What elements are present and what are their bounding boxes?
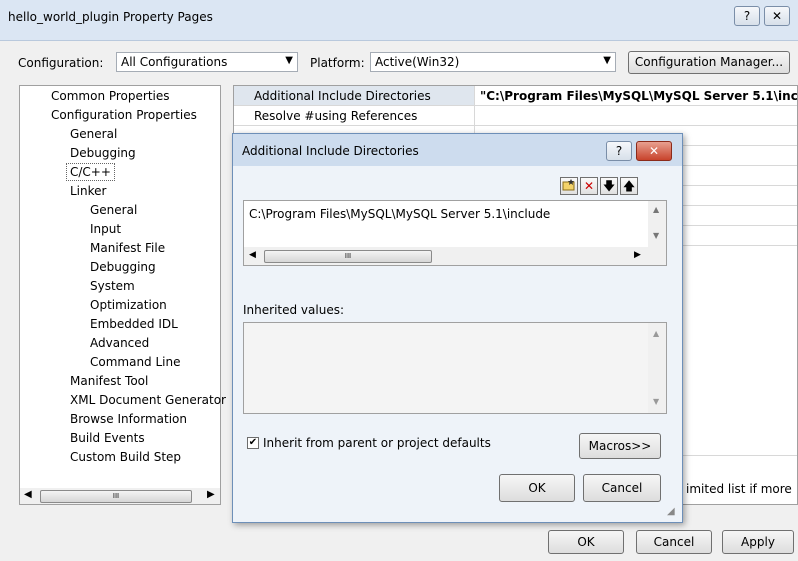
tree-item-general[interactable]: General (70, 127, 117, 141)
scroll-right-icon[interactable]: ▶ (634, 250, 641, 260)
window-titlebar: hello_world_plugin Property Pages ? ✕ (0, 0, 798, 41)
tree-item-system[interactable]: System (90, 279, 135, 293)
delete-icon[interactable]: ✕ (580, 177, 598, 195)
tree-item-configuration-properties[interactable]: Configuration Properties (51, 108, 197, 122)
tree-item-debugging[interactable]: Debugging (70, 146, 136, 160)
tree-horizontal-scrollbar[interactable]: ◀ III ▶ (20, 488, 220, 504)
dialog-close-icon[interactable]: ✕ (636, 141, 672, 161)
scroll-thumb[interactable]: III (264, 250, 432, 263)
close-icon[interactable]: ✕ (764, 6, 790, 26)
description-text: imited list if more (686, 482, 792, 496)
dialog-cancel-button[interactable]: Cancel (583, 474, 661, 502)
move-down-icon[interactable]: 🡇 (600, 177, 618, 195)
new-line-icon[interactable] (560, 177, 578, 195)
grid-row1-value[interactable]: "C:\Program Files\MySQL\MySQL Server 5.1… (480, 89, 798, 103)
tree-item-linker[interactable]: Linker (70, 184, 106, 198)
tree-item-linker-debugging[interactable]: Debugging (90, 260, 156, 274)
tree-item-manifest-tool[interactable]: Manifest Tool (70, 374, 148, 388)
scroll-down-icon[interactable]: ▼ (653, 231, 659, 240)
help-icon[interactable]: ? (734, 6, 760, 26)
move-up-icon[interactable]: 🡅 (620, 177, 638, 195)
apply-button[interactable]: Apply (722, 530, 794, 554)
scroll-thumb[interactable]: III (40, 490, 192, 503)
dialog-ok-button[interactable]: OK (499, 474, 575, 502)
chevron-down-icon: ▼ (285, 55, 293, 66)
chevron-down-icon: ▼ (603, 55, 611, 66)
tree-item-custom-build-step[interactable]: Custom Build Step (70, 450, 181, 464)
inherited-vertical-scrollbar[interactable]: ▲ ▼ (648, 323, 666, 413)
tree-item-build-events[interactable]: Build Events (70, 431, 145, 445)
directory-entry[interactable]: C:\Program Files\MySQL\MySQL Server 5.1\… (249, 207, 550, 221)
configuration-value: All Configurations (121, 55, 228, 69)
platform-value: Active(Win32) (375, 55, 460, 69)
list-horizontal-scrollbar[interactable]: ◀ III ▶ (244, 247, 666, 265)
platform-select[interactable]: Active(Win32) ▼ (370, 52, 616, 72)
tree-item-linker-general[interactable]: General (90, 203, 137, 217)
platform-label: Platform: (310, 56, 365, 70)
scroll-right-icon[interactable]: ▶ (207, 489, 215, 500)
tree-item-manifest-file[interactable]: Manifest File (90, 241, 165, 255)
window-title: hello_world_plugin Property Pages (8, 10, 213, 24)
dialog-help-icon[interactable]: ? (606, 141, 632, 161)
grid-row1-name[interactable]: Additional Include Directories (254, 89, 431, 103)
scroll-up-icon[interactable]: ▲ (653, 205, 659, 214)
configuration-select[interactable]: All Configurations ▼ (116, 52, 298, 72)
list-vertical-scrollbar[interactable]: ▲ ▼ (648, 201, 666, 247)
tree-item-common-properties[interactable]: Common Properties (51, 89, 170, 103)
inherited-values-box: ▲ ▼ (243, 322, 667, 414)
tree-item-cpp[interactable]: C/C++ (66, 163, 115, 181)
tree-item-optimization[interactable]: Optimization (90, 298, 167, 312)
tree-item-xml-document-generator[interactable]: XML Document Generator (70, 393, 226, 407)
scroll-left-icon[interactable]: ◀ (24, 489, 32, 500)
resize-grip-icon[interactable]: ◢ (667, 506, 675, 517)
tree-item-browse-information[interactable]: Browse Information (70, 412, 187, 426)
configuration-manager-button[interactable]: Configuration Manager... (628, 51, 790, 74)
property-tree: Common Properties Configuration Properti… (19, 85, 226, 505)
tree-item-embedded-idl[interactable]: Embedded IDL (90, 317, 178, 331)
inherit-checkbox-label[interactable]: Inherit from parent or project defaults (263, 436, 491, 450)
tree-item-command-line[interactable]: Command Line (90, 355, 181, 369)
inherited-values-label: Inherited values: (243, 303, 344, 317)
scroll-left-icon[interactable]: ◀ (249, 250, 256, 260)
tree-item-advanced[interactable]: Advanced (90, 336, 149, 350)
scroll-up-icon[interactable]: ▲ (653, 329, 659, 338)
inherit-checkbox[interactable]: ✔ (247, 437, 259, 449)
directories-list[interactable]: C:\Program Files\MySQL\MySQL Server 5.1\… (243, 200, 667, 266)
dialog-titlebar: Additional Include Directories ? ✕ (233, 134, 682, 166)
checkmark-icon: ✔ (248, 437, 258, 448)
cancel-button[interactable]: Cancel (636, 530, 712, 554)
grid-divider (234, 105, 797, 106)
ok-button[interactable]: OK (548, 530, 624, 554)
grid-divider (234, 125, 797, 126)
dialog-title: Additional Include Directories (242, 144, 419, 158)
configuration-label: Configuration: (18, 56, 104, 70)
include-directories-dialog: Additional Include Directories ? ✕ ✕ 🡇 🡅… (232, 133, 683, 523)
grid-row2-name[interactable]: Resolve #using References (254, 109, 417, 123)
scroll-down-icon[interactable]: ▼ (653, 397, 659, 406)
macros-button[interactable]: Macros>> (579, 433, 661, 459)
tree-item-linker-input[interactable]: Input (90, 222, 121, 236)
